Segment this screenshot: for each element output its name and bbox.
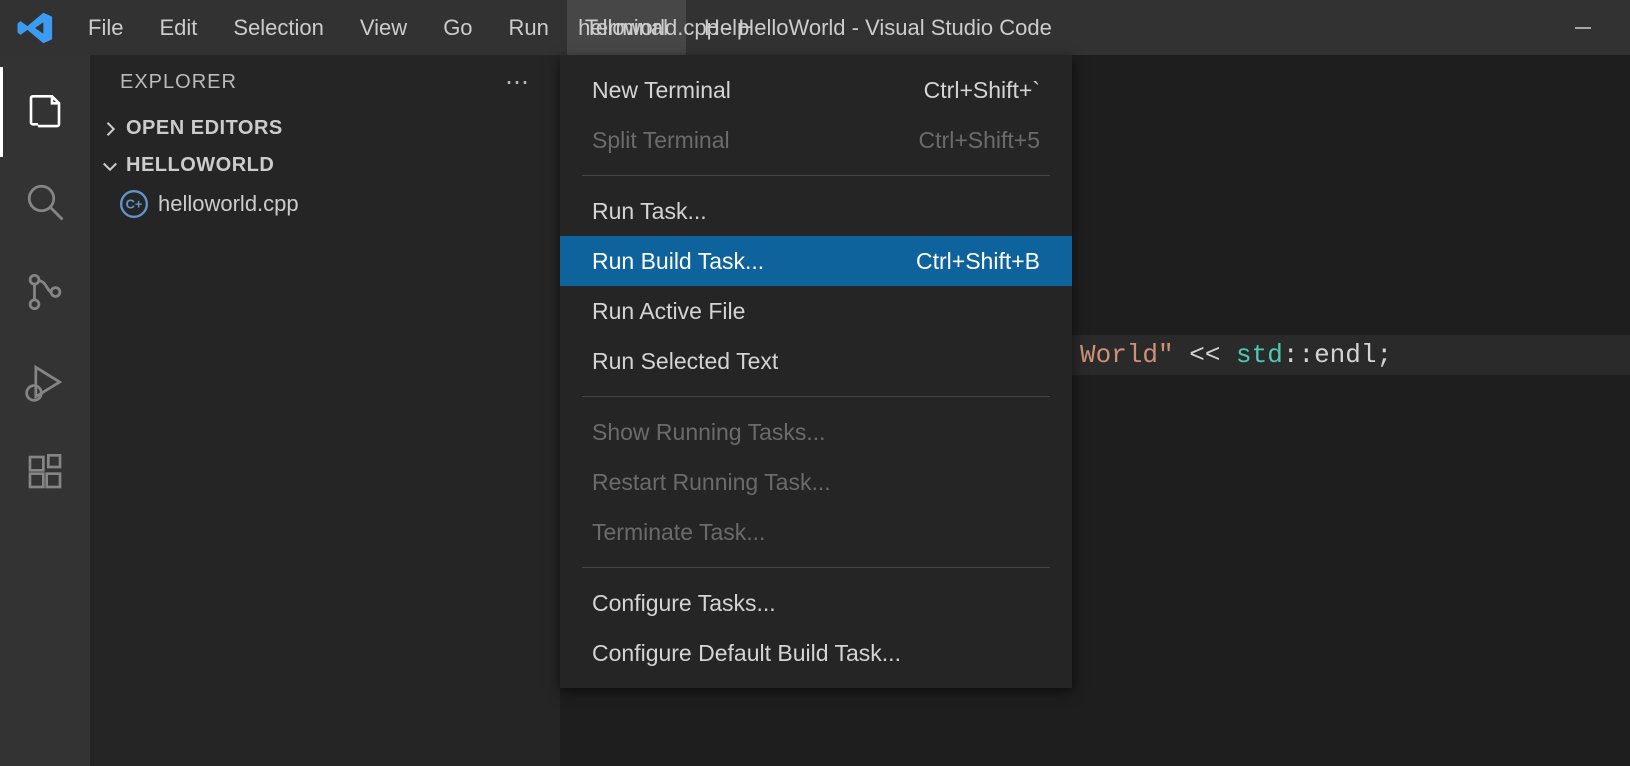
dd-shortcut: Ctrl+Shift+B [916,248,1040,275]
menu-selection[interactable]: Selection [215,0,342,55]
menu-edit[interactable]: Edit [141,0,215,55]
activity-extensions[interactable] [0,427,90,517]
activity-source-control[interactable] [0,247,90,337]
dd-run-selected-text[interactable]: Run Selected Text [560,336,1072,386]
dd-shortcut: Ctrl+Shift+` [924,77,1040,104]
dd-run-build-task[interactable]: Run Build Task... Ctrl+Shift+B [560,236,1072,286]
sidebar-title: EXPLORER [120,71,237,94]
sidebar-more-icon[interactable]: ⋯ [505,68,530,97]
dd-label: Run Build Task... [592,248,764,275]
tree-section-open-editors[interactable]: OPEN EDITORS [90,110,560,147]
vscode-logo-icon [0,9,70,47]
menu-view[interactable]: View [342,0,425,55]
minimize-button[interactable] [1555,18,1610,38]
dd-label: New Terminal [592,77,731,104]
dd-shortcut: Ctrl+Shift+5 [919,127,1040,154]
activity-bar [0,55,90,766]
tree-section-project[interactable]: HELLOWORLD [90,147,560,184]
code-token-operator: << [1174,340,1236,370]
chevron-down-icon [100,156,120,176]
sidebar-header: EXPLORER ⋯ [90,55,560,110]
svg-text:C+: C+ [126,197,143,212]
dd-separator [582,567,1050,568]
dd-label: Terminate Task... [592,519,765,546]
dd-label: Restart Running Task... [592,469,831,496]
dd-new-terminal[interactable]: New Terminal Ctrl+Shift+` [560,65,1072,115]
menu-file[interactable]: File [70,0,141,55]
dd-separator [582,175,1050,176]
dd-label: Configure Tasks... [592,590,776,617]
window-controls [1555,0,1630,55]
dd-split-terminal: Split Terminal Ctrl+Shift+5 [560,115,1072,165]
code-token-colon: :: [1283,340,1314,370]
code-token-namespace: std [1236,340,1283,370]
activity-search[interactable] [0,157,90,247]
sidebar: EXPLORER ⋯ OPEN EDITORS HELLOWORLD C+ he… [90,55,560,766]
dd-configure-default-build-task[interactable]: Configure Default Build Task... [560,628,1072,678]
dd-restart-running-task: Restart Running Task... [560,457,1072,507]
tree-section-label: HELLOWORLD [126,154,274,177]
dd-label: Run Selected Text [592,348,778,375]
dd-terminate-task: Terminate Task... [560,507,1072,557]
dd-label: Split Terminal [592,127,730,154]
tree-file[interactable]: C+ helloworld.cpp [90,184,560,224]
menu-go[interactable]: Go [425,0,490,55]
dd-show-running-tasks: Show Running Tasks... [560,407,1072,457]
menu-run[interactable]: Run [491,0,567,55]
dd-run-task[interactable]: Run Task... [560,186,1072,236]
dd-run-active-file[interactable]: Run Active File [560,286,1072,336]
chevron-right-icon [100,119,120,139]
terminal-dropdown: New Terminal Ctrl+Shift+` Split Terminal… [560,55,1072,688]
dd-label: Run Task... [592,198,707,225]
dd-label: Show Running Tasks... [592,419,826,446]
code-token-string: World" [1080,340,1174,370]
window-title: helloworld.cpp - HelloWorld - Visual Stu… [578,15,1052,41]
dd-separator [582,396,1050,397]
tree-section-label: OPEN EDITORS [126,117,283,140]
code-token-semicolon: ; [1377,340,1393,370]
activity-run-debug[interactable] [0,337,90,427]
titlebar: File Edit Selection View Go Run Terminal… [0,0,1630,55]
activity-explorer[interactable] [0,67,90,157]
cpp-file-icon: C+ [120,190,148,218]
tree-file-label: helloworld.cpp [158,191,299,217]
dd-label: Configure Default Build Task... [592,640,901,667]
code-token-endl: endl [1314,340,1376,370]
dd-label: Run Active File [592,298,745,325]
dd-configure-tasks[interactable]: Configure Tasks... [560,578,1072,628]
